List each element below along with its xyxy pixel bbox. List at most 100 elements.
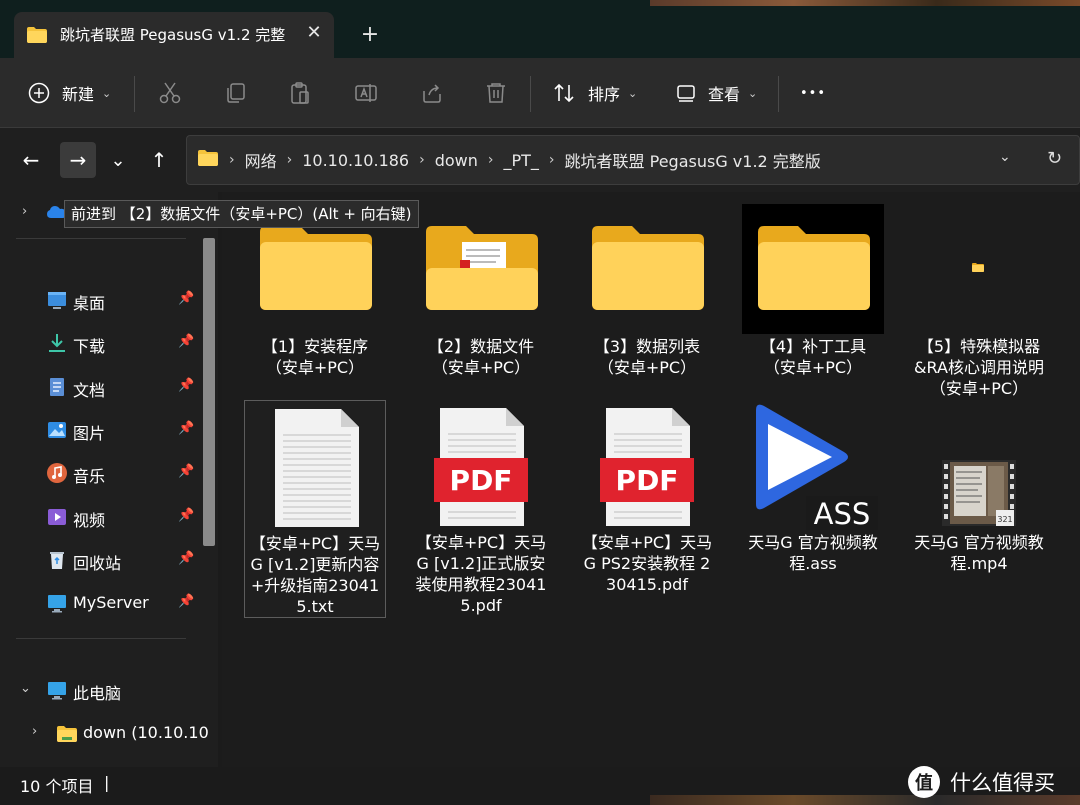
sidebar-item-music[interactable]: 音乐 📌: [0, 453, 200, 493]
list-item[interactable]: PDF 【安卓+PC】天马G [v1.2]正式版安装使用教程230415.pdf: [410, 400, 552, 616]
pin-icon[interactable]: 📌: [178, 378, 194, 393]
back-button[interactable]: ←: [13, 142, 49, 178]
command-bar: 新建 ⌄ 排序 ⌄ 查看 ⌄ •••: [0, 58, 1080, 128]
sidebar-item-recycle-bin[interactable]: 回收站 📌: [0, 540, 200, 580]
chevron-right-icon: ›: [229, 152, 235, 168]
rename-button[interactable]: [354, 74, 378, 112]
list-item[interactable]: 【1】安装程序（安卓+PC）: [244, 204, 386, 378]
network-drive-icon: [56, 722, 78, 744]
close-icon[interactable]: ✕: [302, 21, 326, 45]
sidebar-item-downloads[interactable]: 下载 📌: [0, 323, 200, 363]
divider: [778, 76, 779, 112]
cut-button[interactable]: [158, 74, 182, 112]
sidebar-item-label: 音乐: [73, 467, 106, 486]
breadcrumb-pt[interactable]: _PT_: [504, 151, 539, 170]
folder-icon: [197, 149, 219, 171]
share-button[interactable]: [420, 74, 444, 112]
sidebar-item-drive-down[interactable]: down (10.10.10: [10, 713, 210, 753]
pdf-file-icon: PDF: [410, 400, 552, 530]
divider: [530, 76, 531, 112]
list-item[interactable]: PDF 【安卓+PC】天马G PS2安装教程 230415.pdf: [576, 400, 718, 595]
chevron-right-icon[interactable]: ›: [22, 204, 27, 219]
list-item[interactable]: 【2】数据文件（安卓+PC）: [410, 204, 552, 378]
pdf-label: PDF: [616, 464, 679, 497]
breadcrumb-current[interactable]: 跳坑者联盟 PegasusG v1.2 完整版: [565, 148, 821, 172]
copy-button[interactable]: [224, 74, 248, 112]
delete-button[interactable]: [484, 74, 508, 112]
video-badge-label: 321: [997, 515, 1012, 524]
address-bar[interactable]: › 网络 › 10.10.10.186 › down › _PT_ › 跳坑者联…: [186, 135, 1080, 185]
clipboard-icon: [288, 81, 312, 105]
sidebar-item-label: 文档: [73, 381, 106, 400]
file-name: 【安卓+PC】天马G [v1.2]更新内容+升级指南230415.txt: [249, 534, 381, 616]
new-button[interactable]: 新建 ⌄: [28, 74, 111, 112]
list-item[interactable]: ASS 天马G 官方视频教程.ass: [742, 400, 884, 574]
pin-icon[interactable]: 📌: [178, 594, 194, 609]
new-tab-button[interactable]: +: [356, 22, 384, 50]
documents-icon: [46, 376, 68, 398]
tab-current[interactable]: 跳坑者联盟 PegasusG v1.2 完整 ✕: [14, 12, 334, 58]
pin-icon[interactable]: 📌: [178, 291, 194, 306]
sidebar-item-this-pc[interactable]: 此电脑: [0, 670, 200, 710]
pin-icon[interactable]: 📌: [178, 421, 194, 436]
trash-icon: [484, 81, 508, 105]
pin-icon[interactable]: 📌: [178, 334, 194, 349]
chevron-down-icon[interactable]: ⌄: [999, 149, 1011, 165]
tab-title: 跳坑者联盟 PegasusG v1.2 完整: [60, 26, 286, 44]
sidebar-item-pictures[interactable]: 图片 📌: [0, 410, 200, 450]
paste-button[interactable]: [288, 74, 312, 112]
scrollbar-thumb[interactable]: [203, 238, 215, 546]
pin-icon[interactable]: 📌: [178, 464, 194, 479]
chevron-down-icon: ⌄: [748, 86, 758, 100]
sidebar-item-videos[interactable]: 视频 📌: [0, 497, 200, 537]
forward-button[interactable]: →: [60, 142, 96, 178]
sidebar-item-label: 视频: [73, 511, 106, 530]
list-item[interactable]: 【3】数据列表（安卓+PC）: [576, 204, 718, 378]
sort-icon: [552, 81, 576, 105]
refresh-icon[interactable]: ↻: [1047, 148, 1062, 169]
recent-locations-button[interactable]: ⌄: [100, 142, 136, 178]
file-name: 天马G 官方视频教程.mp4: [914, 533, 1044, 573]
up-button[interactable]: ↑: [141, 142, 177, 178]
pdf-label: PDF: [450, 464, 513, 497]
tooltip: 前进到 【2】数据文件（安卓+PC）(Alt + 向右键): [64, 200, 419, 228]
chevron-right-icon: ›: [548, 152, 555, 168]
sidebar-item-label: 此电脑: [73, 684, 122, 703]
breadcrumb-host[interactable]: 10.10.10.186: [302, 151, 409, 170]
navigation-bar: ← → ⌄ ↑ › 网络 › 10.10.10.186 › down › _PT…: [0, 128, 1080, 192]
list-item[interactable]: 321 天马G 官方视频教程.mp4: [908, 400, 1050, 574]
background-strip: [650, 0, 1080, 6]
pin-icon[interactable]: 📌: [178, 551, 194, 566]
list-item[interactable]: 【5】特殊模拟器&RA核心调用说明（安卓+PC）: [908, 204, 1050, 399]
ass-label: ASS: [814, 497, 871, 530]
breadcrumb-network[interactable]: 网络: [245, 148, 277, 172]
watermark: 值 什么值得买: [908, 764, 1055, 800]
new-label: 新建: [62, 85, 95, 104]
pin-icon[interactable]: 📌: [178, 508, 194, 523]
pictures-icon: [46, 419, 68, 441]
breadcrumb-down[interactable]: down: [435, 151, 478, 170]
status-divider: |: [104, 773, 110, 792]
list-item[interactable]: 【安卓+PC】天马G [v1.2]更新内容+升级指南230415.txt: [244, 400, 386, 618]
chevron-down-icon: ⌄: [102, 86, 112, 100]
computer-icon: [46, 679, 68, 701]
list-item[interactable]: 【4】补丁工具（安卓+PC）: [742, 204, 884, 378]
folder-icon: [576, 204, 718, 334]
sidebar-item-myserver[interactable]: MyServer 📌: [0, 583, 200, 623]
sort-button[interactable]: 排序 ⌄: [552, 74, 637, 112]
file-name: 天马G 官方视频教程.ass: [748, 533, 878, 573]
divider: [16, 638, 186, 639]
more-button[interactable]: •••: [800, 74, 826, 112]
brand-text: 什么值得买: [950, 771, 1055, 795]
chevron-right-icon: ›: [419, 152, 425, 168]
view-button[interactable]: 查看 ⌄: [676, 74, 757, 112]
plus-circle-icon: [28, 82, 50, 104]
download-icon: [46, 332, 68, 354]
sidebar-item-documents[interactable]: 文档 📌: [0, 367, 200, 407]
file-name: 【4】补丁工具（安卓+PC）: [759, 337, 867, 377]
sidebar-item-desktop[interactable]: 桌面 📌: [0, 280, 200, 320]
sidebar-item-label: 图片: [73, 424, 106, 443]
file-name: 【2】数据文件（安卓+PC）: [427, 337, 535, 377]
scrollbar[interactable]: [203, 238, 215, 546]
sidebar-item-label: 桌面: [73, 294, 106, 313]
